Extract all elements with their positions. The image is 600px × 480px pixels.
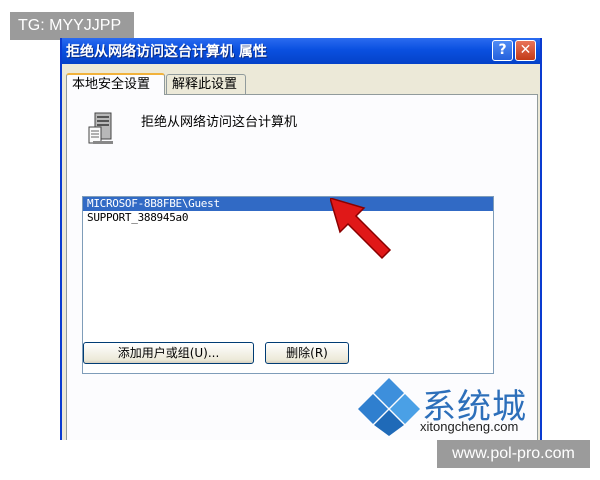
- window-title: 拒绝从网络访问这台计算机 属性: [66, 44, 267, 60]
- policy-server-icon: [85, 111, 121, 151]
- close-button[interactable]: ✕: [515, 40, 536, 61]
- brand-url: xitongcheng.com: [420, 419, 519, 434]
- help-button[interactable]: ?: [492, 40, 513, 61]
- list-item-guest[interactable]: MICROSOF-8B8FBE\Guest: [83, 197, 493, 211]
- red-arrow-icon: [328, 196, 392, 264]
- watermark-top-left: TG: MYYJJPP: [10, 12, 134, 40]
- title-bar[interactable]: 拒绝从网络访问这台计算机 属性 ? ✕: [62, 38, 540, 64]
- brand-logo: 系统城 xitongcheng.com: [358, 376, 538, 438]
- watermark-bottom-right: www.pol-pro.com: [437, 440, 590, 468]
- diamond-logo-icon: [358, 378, 420, 436]
- tab-local-security-setting[interactable]: 本地安全设置: [66, 73, 165, 95]
- remove-button[interactable]: 删除(R): [265, 342, 349, 364]
- list-item-support[interactable]: SUPPORT_388945a0: [83, 211, 493, 225]
- tab-explain-setting[interactable]: 解释此设置: [166, 74, 246, 94]
- add-user-or-group-button[interactable]: 添加用户或组(U)...: [83, 342, 254, 364]
- policy-title: 拒绝从网络访问这台计算机: [141, 115, 298, 130]
